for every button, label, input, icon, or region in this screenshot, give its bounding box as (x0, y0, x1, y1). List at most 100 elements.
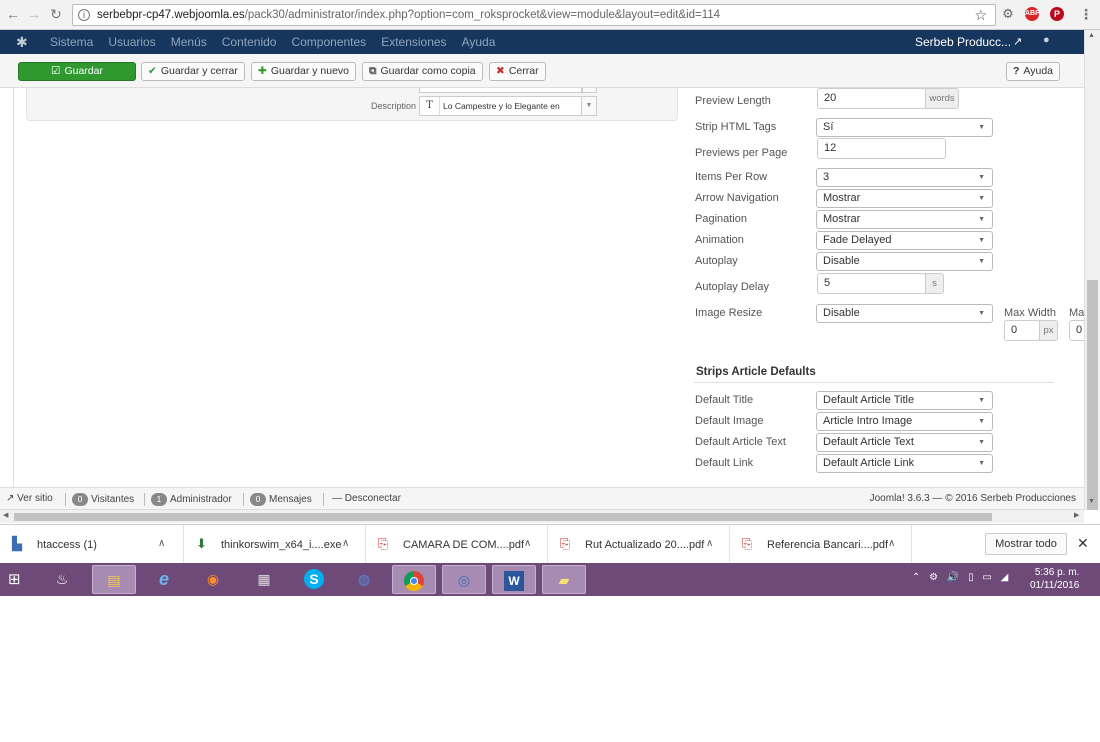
autoplay-delay-input[interactable]: 5 (817, 273, 926, 294)
file-explorer-icon[interactable]: ▤ (92, 565, 136, 594)
menu-item-contenido[interactable]: Contenido (222, 35, 277, 49)
scrollbar-thumb[interactable] (1087, 280, 1098, 510)
admin-menu: Sistema Usuarios Menús Contenido Compone… (50, 35, 495, 49)
bookmark-star-icon[interactable]: ☆ (974, 7, 987, 24)
menu-item-componentes[interactable]: Componentes (291, 35, 366, 49)
menu-item-menus[interactable]: Menús (171, 35, 207, 49)
description-value: Lo Campestre y lo Elegante en (443, 101, 560, 111)
chevron-up-icon[interactable]: ∧ (342, 538, 349, 549)
skype-icon[interactable]: S (292, 565, 336, 594)
save-new-button[interactable]: ✚ Guardar y nuevo (251, 62, 357, 81)
previous-field-arrow[interactable] (582, 88, 597, 93)
toolbar: ☑ Guardar ✔ Guardar y cerrar ✚ Guardar y nu… (0, 54, 1084, 88)
items-per-row-select[interactable]: 3 ▼ (816, 168, 993, 187)
previews-per-page-input[interactable]: 12 (817, 138, 946, 159)
show-all-downloads-button[interactable]: Mostrar todo (985, 533, 1067, 555)
scroll-right-icon[interactable]: ▶ (1074, 511, 1079, 519)
puzzle-extension-icon[interactable]: ⚙ (1001, 7, 1015, 21)
description-dropdown-arrow[interactable]: ▼ (582, 96, 597, 116)
site-name-link[interactable]: Serbeb Producc... (915, 35, 1011, 49)
status-separator (243, 493, 244, 506)
external-link-icon: ↗ (6, 493, 18, 504)
default-text-select[interactable]: Default Article Text ▼ (816, 433, 993, 452)
browser-menu-icon[interactable]: ⋮ (1077, 5, 1095, 23)
chevron-up-icon[interactable]: ∧ (158, 538, 165, 549)
status-separator (65, 493, 66, 506)
logout-link[interactable]: — Desconectar (332, 493, 401, 504)
vertical-scrollbar[interactable]: ▲ ▼ (1084, 30, 1100, 510)
autoplay-select[interactable]: Disable ▼ (816, 252, 993, 271)
view-site-link[interactable]: ↗ Ver sitio (6, 493, 53, 504)
chevron-up-icon[interactable]: ∧ (524, 538, 531, 549)
download-item[interactable]: ▙ htaccess (1) ∧ (0, 525, 184, 563)
address-bar[interactable]: i serbebpr-cp47.webjoomla.es/pack30/admi… (72, 4, 996, 26)
pdf-icon: ⎘ (742, 536, 753, 551)
download-item[interactable]: ⎘ Referencia Bancari....pdf ∧ (730, 525, 912, 563)
forward-icon[interactable]: → (25, 5, 43, 23)
calculator-icon[interactable]: ▦ (242, 565, 286, 594)
reload-icon[interactable]: ↻ (47, 5, 65, 23)
sticky-notes-icon[interactable]: ▰ (542, 565, 586, 594)
max-width-input[interactable]: 0 (1004, 320, 1040, 341)
text-type-icon: T (420, 97, 440, 115)
save-button[interactable]: ☑ Guardar (18, 62, 136, 81)
save-close-button[interactable]: ✔ Guardar y cerrar (141, 62, 245, 81)
menu-item-sistema[interactable]: Sistema (50, 35, 93, 49)
download-item[interactable]: ⬇ thinkorswim_x64_i....exe ∧ (184, 525, 366, 563)
default-text-label: Default Article Text (695, 436, 786, 448)
download-item[interactable]: ⎘ Rut Actualizado 20....pdf ∧ (548, 525, 730, 563)
chrome-icon[interactable] (392, 565, 436, 594)
messages-link[interactable]: 0 Mensajes (250, 493, 312, 506)
file-icon: ▙ (12, 536, 22, 551)
scroll-down-icon[interactable]: ▼ (1088, 498, 1095, 505)
horizontal-scrollbar[interactable]: ◀ ▶ (0, 509, 1084, 523)
close-icon[interactable]: ✕ (1077, 535, 1089, 552)
adblock-plus-icon[interactable]: ABP (1025, 7, 1040, 21)
save-icon: ☑ (51, 65, 61, 77)
user-icon[interactable]: ● (1043, 34, 1050, 46)
download-item[interactable]: ⎘ CAMARA DE COM....pdf ∧ (366, 525, 548, 563)
hscrollbar-thumb[interactable] (14, 513, 992, 521)
chevron-up-icon[interactable]: ∧ (888, 538, 895, 549)
scroll-up-icon[interactable]: ▲ (1088, 32, 1095, 39)
max-height-input[interactable]: 0 (1069, 320, 1084, 341)
internet-explorer-icon[interactable]: e (142, 565, 186, 594)
word-icon[interactable]: W (492, 565, 536, 594)
animation-select[interactable]: Fade Delayed ▼ (816, 231, 993, 250)
joomla-logo-icon[interactable]: ✱ (16, 34, 28, 51)
firefox-icon[interactable]: ◉ (191, 565, 235, 594)
info-icon[interactable]: i (78, 9, 90, 21)
save-copy-button[interactable]: ⧉ Guardar como copia (362, 62, 483, 81)
java-app-icon[interactable]: ♨ (40, 565, 84, 594)
strip-html-select[interactable]: Sí ▼ (816, 118, 993, 137)
app-network-icon[interactable]: ◎ (442, 565, 486, 594)
pagination-select[interactable]: Mostrar ▼ (816, 210, 993, 229)
default-title-select[interactable]: Default Article Title ▼ (816, 391, 993, 410)
chevron-up-icon[interactable]: ∧ (706, 538, 713, 549)
windows-start-icon[interactable]: ⊞ (8, 570, 21, 588)
menu-item-extensiones[interactable]: Extensiones (381, 35, 446, 49)
arrow-navigation-select[interactable]: Mostrar ▼ (816, 189, 993, 208)
menu-item-ayuda[interactable]: Ayuda (462, 35, 496, 49)
default-link-select[interactable]: Default Article Link ▼ (816, 454, 993, 473)
external-link-icon[interactable]: ↗ (1013, 35, 1022, 48)
default-image-select[interactable]: Article Intro Image ▼ (816, 412, 993, 431)
image-resize-select[interactable]: Disable ▼ (816, 304, 993, 323)
clock[interactable]: 5:36 p. m. 01/11/2016 (1030, 566, 1079, 592)
pinterest-icon[interactable]: P (1050, 7, 1064, 21)
back-icon[interactable]: ← (4, 5, 22, 23)
previous-field-edge[interactable] (419, 88, 582, 93)
help-button[interactable]: ? Ayuda (1006, 62, 1061, 81)
browser-chrome: ← → ↻ i serbebpr-cp47.webjoomla.es/pack3… (0, 0, 1100, 30)
autoplay-delay-unit: s (925, 273, 944, 294)
menu-item-usuarios[interactable]: Usuarios (108, 35, 155, 49)
description-field[interactable]: T Lo Campestre y lo Elegante en (419, 96, 582, 116)
check-icon: ✔ (148, 65, 157, 77)
max-width-unit: px (1039, 320, 1058, 341)
preview-length-input[interactable]: 20 (817, 88, 926, 109)
app-globe-icon[interactable]: ◍ (342, 565, 386, 594)
status-separator (323, 493, 324, 506)
close-button[interactable]: ✖ Cerrar (489, 62, 546, 81)
system-tray[interactable]: ⌃ ⚙ 🔊 ▯ ▭ ◢ (912, 572, 1011, 583)
scroll-left-icon[interactable]: ◀ (3, 511, 8, 519)
